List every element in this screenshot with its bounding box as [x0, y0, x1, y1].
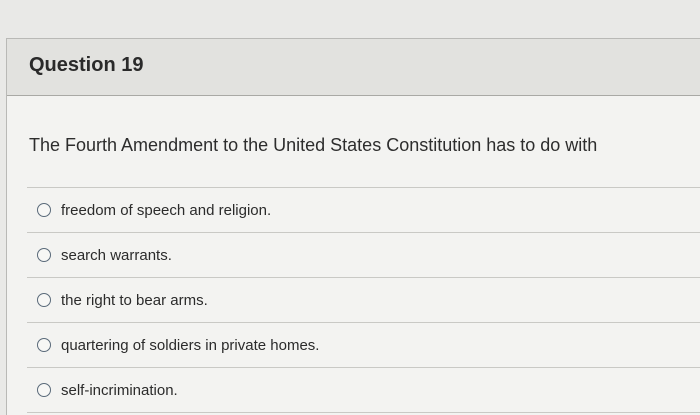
answer-choice-label: quartering of soldiers in private homes. — [61, 336, 320, 354]
question-prompt: The Fourth Amendment to the United State… — [29, 135, 598, 155]
question-card: Question 19 The Fourth Amendment to the … — [6, 38, 700, 415]
radio-button-icon[interactable] — [37, 248, 51, 262]
radio-button-icon[interactable] — [37, 203, 51, 217]
answer-choice-5[interactable]: self-incrimination. — [27, 368, 700, 413]
answer-choice-1[interactable]: freedom of speech and religion. — [27, 188, 700, 233]
answer-choice-4[interactable]: quartering of soldiers in private homes. — [27, 323, 700, 368]
radio-button-icon[interactable] — [37, 338, 51, 352]
radio-button-icon[interactable] — [37, 293, 51, 307]
radio-button-icon[interactable] — [37, 383, 51, 397]
answer-choice-3[interactable]: the right to bear arms. — [27, 278, 700, 323]
answer-choices: freedom of speech and religion. search w… — [27, 187, 700, 413]
answer-choice-label: freedom of speech and religion. — [61, 201, 272, 219]
answer-choice-label: self-incrimination. — [61, 381, 178, 399]
answer-choice-label: the right to bear arms. — [61, 291, 208, 309]
question-header: Question 19 — [7, 39, 700, 96]
answer-choice-2[interactable]: search warrants. — [27, 233, 700, 278]
question-title: Question 19 — [29, 54, 144, 76]
answer-choice-label: search warrants. — [61, 246, 172, 264]
